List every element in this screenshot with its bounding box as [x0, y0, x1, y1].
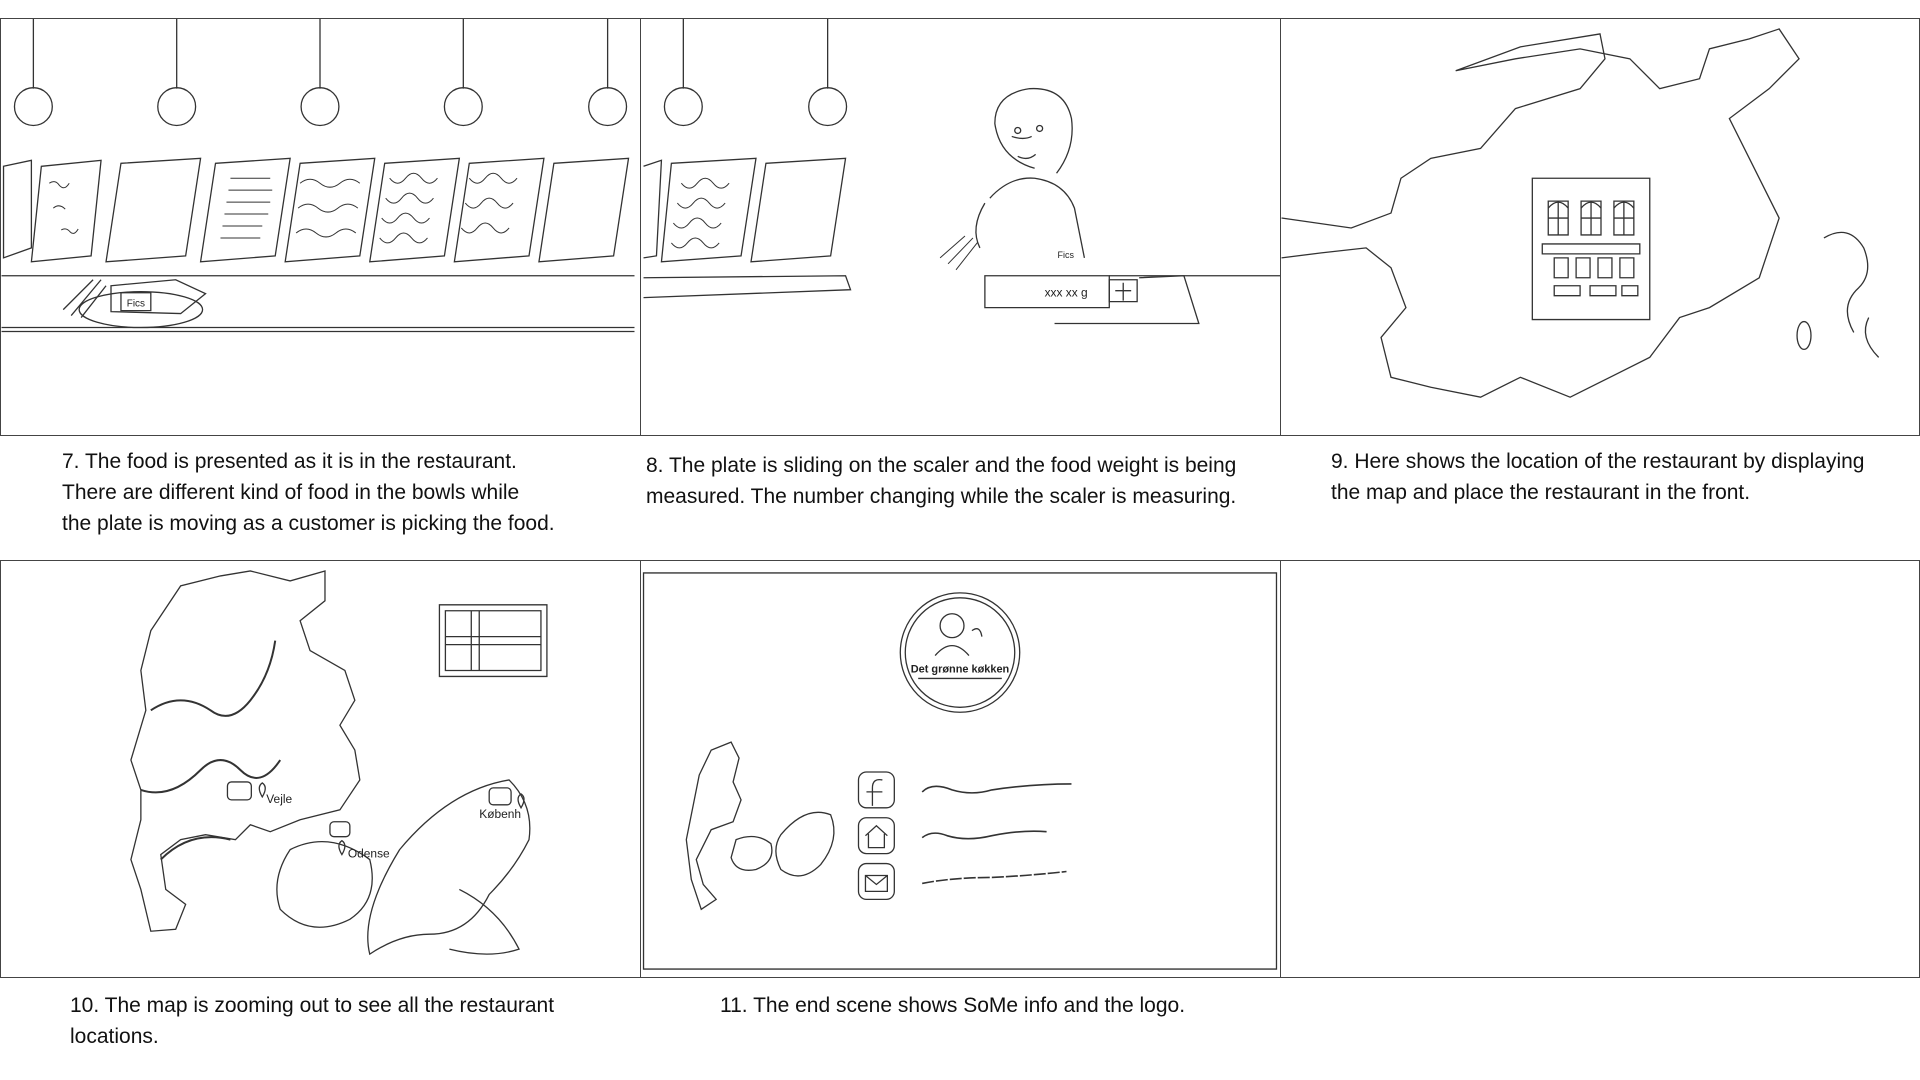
location-pin-vejle [227, 782, 265, 800]
storyboard-panel-10: Vejle Odense Københ [0, 560, 641, 978]
plate-label: Fics [127, 299, 145, 310]
caption-line: There are different kind of food in the … [62, 481, 520, 504]
weighing-scale [985, 276, 1280, 324]
caption-panel-11: 11. The end scene shows SoMe info and th… [720, 990, 1280, 1021]
pendant-lamps [14, 19, 626, 125]
caption-line: locations. [70, 1025, 159, 1048]
facebook-icon[interactable] [858, 772, 894, 808]
denmark-flag-icon [439, 605, 546, 677]
caption-line: 9. Here shows the location of the restau… [1331, 450, 1865, 473]
caption-line: 11. The end scene shows SoMe info and th… [720, 994, 1186, 1017]
logo-text: Det grønne køkken [911, 663, 1009, 675]
storyboard-panel-empty [1280, 560, 1920, 978]
zoomed-map-outline [1282, 29, 1800, 397]
storyboard-panel-8: xxx xx g Fics [640, 18, 1281, 436]
location-pin-odense [330, 822, 350, 855]
panel-8-drawing: xxx xx g Fics [641, 19, 1280, 435]
caption-panel-8: 8. The plate is sliding on the scaler an… [646, 450, 1276, 512]
storyboard-panel-9 [1280, 18, 1920, 436]
food-bowls [4, 158, 629, 262]
restaurant-logo [900, 593, 1019, 712]
denmark-map [131, 571, 360, 931]
caption-line: 8. The plate is sliding on the scaler an… [646, 454, 1237, 477]
city-label-odense: Odense [348, 847, 390, 861]
cashier-woman [976, 89, 1084, 258]
website-info-line [922, 831, 1046, 838]
restaurant-building [1532, 178, 1649, 319]
storyboard-panel-7: Fics [0, 18, 641, 436]
caption-line: the map and place the restaurant in the … [1331, 481, 1751, 504]
denmark-map [686, 742, 741, 909]
caption-line: 7. The food is presented as it is in the… [62, 450, 517, 473]
plate-label: Fics [1058, 250, 1075, 260]
city-label-copenhagen: Københ [479, 807, 521, 821]
panel-7-drawing: Fics [1, 19, 640, 435]
panel-11-drawing: Det grønne køkken [641, 561, 1280, 977]
home-icon[interactable] [858, 818, 894, 854]
email-info-line [922, 872, 1066, 884]
pendant-lamps [664, 19, 846, 125]
caption-line: measured. The number changing while the … [646, 485, 1237, 508]
caption-panel-9: 9. Here shows the location of the restau… [1331, 446, 1916, 508]
caption-panel-7: 7. The food is presented as it is in the… [62, 446, 632, 539]
mail-icon[interactable] [858, 864, 894, 900]
facebook-info-line [922, 784, 1071, 793]
panel-10-drawing: Vejle Odense Københ [1, 561, 640, 977]
food-bowls [644, 158, 851, 297]
storyboard-panel-11: Det grønne køkken [640, 560, 1281, 978]
city-label-vejle: Vejle [266, 792, 292, 806]
caption-panel-10: 10. The map is zooming out to see all th… [70, 990, 630, 1052]
caption-line: 10. The map is zooming out to see all th… [70, 994, 555, 1017]
scale-readout: xxx xx g [1045, 286, 1088, 300]
caption-line: the plate is moving as a customer is pic… [62, 512, 555, 535]
panel-9-drawing [1281, 19, 1919, 435]
